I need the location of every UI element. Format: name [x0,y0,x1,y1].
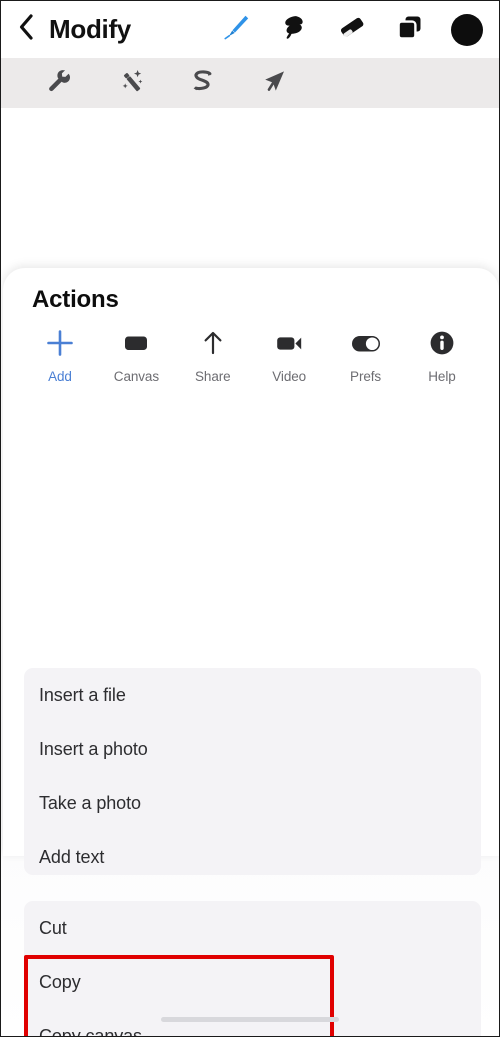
action-icon-row: Add Canvas Share Video Prefs Help [3,326,499,384]
wrench-tool-button[interactable] [43,67,75,99]
smudge-icon [279,12,309,47]
select-arrow-tool-button[interactable] [259,67,291,99]
chevron-left-icon [18,13,34,46]
action-share-label: Share [195,369,231,384]
magic-wand-tool-button[interactable] [115,67,147,99]
action-add[interactable]: Add [29,326,91,384]
layers-tool-button[interactable] [393,13,427,47]
plus-icon [45,326,75,360]
magic-wand-icon [117,67,145,100]
distort-s-icon [189,67,217,100]
layers-icon [395,12,425,47]
menu-item-copy[interactable]: Copy [24,955,481,1009]
color-swatch[interactable] [451,13,483,46]
paintbrush-icon [221,12,251,47]
info-circle-icon [427,326,457,360]
action-video[interactable]: Video [258,326,320,384]
eraser-tool-button[interactable] [335,13,369,47]
phone-screen: Modify Actions Add Canvas Share Video Pr… [0,0,500,1037]
action-canvas[interactable]: Canvas [105,326,167,384]
page-title: Modify [49,14,131,44]
paintbrush-tool-button[interactable] [219,13,253,47]
action-video-label: Video [272,369,307,384]
action-canvas-label: Canvas [113,369,159,384]
smudge-tool-button[interactable] [277,13,311,47]
toggle-switch-icon [349,326,383,360]
canvas-icon [121,326,151,360]
eraser-icon [337,12,367,47]
sheet-title: Actions [32,286,119,313]
action-prefs[interactable]: Prefs [335,326,397,384]
menu-item-insert-a-photo[interactable]: Insert a photo [24,722,481,776]
home-indicator [161,1017,339,1022]
action-prefs-label: Prefs [350,369,382,384]
wrench-icon [45,67,73,100]
video-camera-icon [274,326,304,360]
back-button[interactable] [13,13,39,47]
action-add-label: Add [48,369,72,384]
menu-item-insert-a-file[interactable]: Insert a file [24,668,481,722]
action-help-label: Help [428,369,456,384]
menu-item-copy-canvas[interactable]: Copy canvas [24,1009,481,1037]
nav-tool-group [219,13,483,47]
action-share[interactable]: Share [182,326,244,384]
distort-tool-button[interactable] [187,67,219,99]
actions-sheet: Actions Add Canvas Share Video Prefs Hel… [3,268,499,1036]
share-arrow-up-icon [198,326,228,360]
arrow-cursor-icon [261,67,289,100]
secondary-toolbar [1,58,499,108]
menu-item-cut[interactable]: Cut [24,901,481,955]
menu-item-take-a-photo[interactable]: Take a photo [24,776,481,830]
top-navigation-bar: Modify [1,1,499,58]
menu-item-add-text[interactable]: Add text [24,830,481,875]
menu-group-insert: Insert a file Insert a photo Take a phot… [24,668,481,875]
action-help[interactable]: Help [411,326,473,384]
